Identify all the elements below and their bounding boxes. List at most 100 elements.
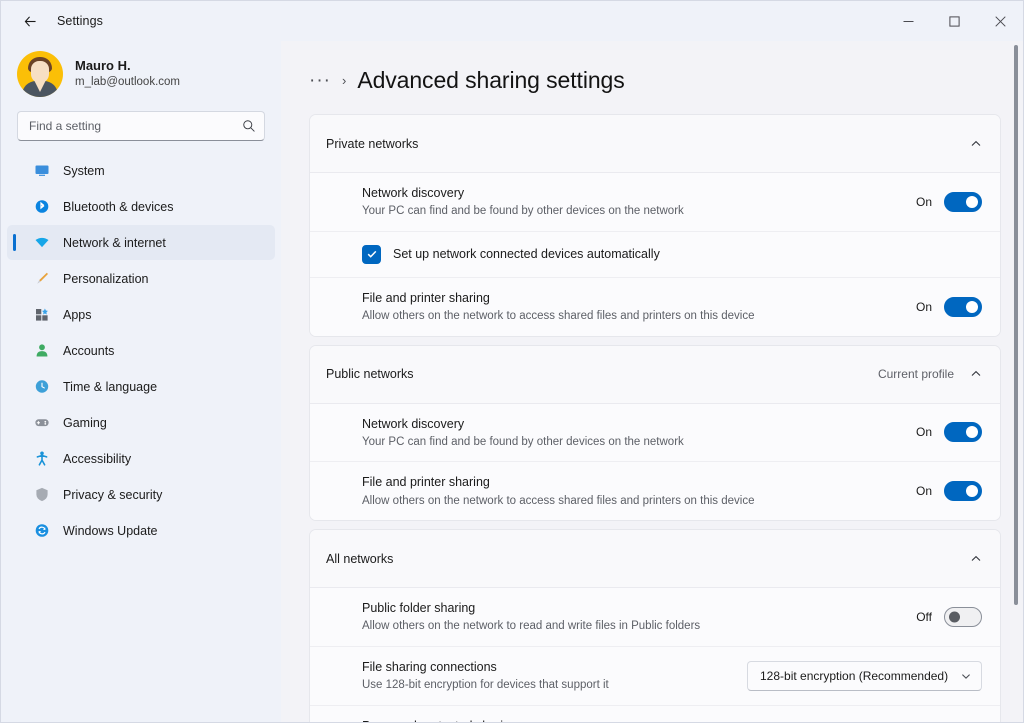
settings-window: Settings [0,0,1024,723]
paintbrush-icon [33,270,50,287]
group-header-all-networks[interactable]: All networks [310,530,1000,588]
setting-row-public-folder-sharing[interactable]: Public folder sharing Allow others on th… [310,588,1000,647]
sidebar-item-time-language[interactable]: Time & language [7,369,275,404]
setting-row-file-printer-sharing[interactable]: File and printer sharing Allow others on… [310,462,1000,520]
sidebar-item-label: Gaming [63,416,107,430]
toggle-state-label: On [912,425,932,439]
row-title: Network discovery [362,415,896,433]
row-title: Network discovery [362,184,896,202]
bluetooth-icon [33,198,50,215]
setting-row-network-discovery[interactable]: Network discovery Your PC can find and b… [310,173,1000,232]
sidebar-item-network-internet[interactable]: Network & internet [7,225,275,260]
user-profile[interactable]: Mauro H. m_lab@outlook.com [1,41,281,111]
shield-icon [33,486,50,503]
search-box[interactable] [17,111,265,141]
refresh-circle-icon [33,522,50,539]
clock-globe-icon [33,378,50,395]
chevron-up-icon [970,368,982,380]
scrollbar-thumb[interactable] [1014,45,1018,605]
sidebar-item-system[interactable]: System [7,153,275,188]
sidebar-item-accessibility[interactable]: Accessibility [7,441,275,476]
window-title: Settings [57,14,103,28]
toggle-state-label: Off [912,610,932,624]
maximize-icon [949,16,960,27]
sidebar-nav: System Bluetooth & devices [1,151,281,549]
settings-group: Private networks Network discovery Your … [309,114,1001,337]
minimize-icon [903,16,914,27]
row-description: Allow others on the network to read and … [362,618,896,635]
back-arrow-icon [23,14,38,29]
chevron-up-icon [970,553,982,565]
toggle-switch[interactable] [944,607,982,627]
group-header-private-networks[interactable]: Private networks [310,115,1000,173]
avatar [17,51,63,97]
row-title: Public folder sharing [362,599,896,617]
monitor-icon [33,162,50,179]
setting-row-file-sharing-connections[interactable]: File sharing connections Use 128-bit enc… [310,647,1000,706]
sidebar-item-label: Network & internet [63,236,166,250]
window-controls [885,1,1023,41]
profile-email: m_lab@outlook.com [75,75,180,91]
toggle-switch[interactable] [944,297,982,317]
breadcrumb-overflow-button[interactable]: ··· [309,71,331,90]
setting-row-network-discovery[interactable]: Network discovery Your PC can find and b… [310,404,1000,463]
sidebar-item-label: Time & language [63,380,157,394]
search-container [1,111,281,151]
search-input[interactable] [29,119,242,133]
person-icon [33,342,50,359]
toggle-switch[interactable] [944,481,982,501]
group-header-public-networks[interactable]: Public networks Current profile [310,346,1000,404]
gamepad-icon [33,414,50,431]
breadcrumb-separator: › [342,73,346,88]
title-bar: Settings [1,1,1023,41]
sidebar-item-label: Personalization [63,272,148,286]
sidebar-item-label: Privacy & security [63,488,162,502]
group-title: Public networks [326,367,414,381]
row-description: Allow others on the network to access sh… [362,493,896,510]
checkbox-label: Set up network connected devices automat… [393,247,660,261]
toggle-switch[interactable] [944,192,982,212]
page-title: Advanced sharing settings [357,67,624,94]
sidebar-item-privacy-security[interactable]: Privacy & security [7,477,275,512]
group-title: All networks [326,552,393,566]
setting-row-password-protected-sharing[interactable]: Password protected sharing Only people w… [310,706,1000,722]
search-icon [242,119,256,133]
row-description: Your PC can find and be found by other d… [362,203,896,220]
back-button[interactable] [15,6,45,36]
row-description: Your PC can find and be found by other d… [362,434,896,451]
row-description: Use 128-bit encryption for devices that … [362,677,731,694]
checkbox[interactable] [362,245,381,264]
sidebar-item-bluetooth-devices[interactable]: Bluetooth & devices [7,189,275,224]
setting-row-file-printer-sharing[interactable]: File and printer sharing Allow others on… [310,278,1000,336]
chevron-up-icon [970,138,982,150]
close-icon [995,16,1006,27]
minimize-button[interactable] [885,1,931,41]
breadcrumb: ··· › Advanced sharing settings [281,41,1023,114]
setting-row-auto-setup-devices[interactable]: Set up network connected devices automat… [310,232,1000,278]
sidebar: Mauro H. m_lab@outlook.com [1,41,281,722]
vertical-scrollbar[interactable] [1013,45,1019,716]
close-button[interactable] [977,1,1023,41]
toggle-switch[interactable] [944,422,982,442]
main-content: ··· › Advanced sharing settings Private … [281,41,1023,722]
sidebar-item-gaming[interactable]: Gaming [7,405,275,440]
row-title: File sharing connections [362,658,731,676]
toggle-state-label: On [912,300,932,314]
sidebar-item-windows-update[interactable]: Windows Update [7,513,275,548]
accessibility-person-icon [33,450,50,467]
maximize-button[interactable] [931,1,977,41]
settings-group: All networks Public folder sharing Allow… [309,529,1001,722]
chevron-down-icon [960,670,972,682]
row-title: File and printer sharing [362,473,896,491]
sidebar-item-apps[interactable]: Apps [7,297,275,332]
sidebar-item-accounts[interactable]: Accounts [7,333,275,368]
settings-scroll-area: Private networks Network discovery Your … [281,114,1023,722]
sidebar-item-label: Apps [63,308,92,322]
settings-group: Public networks Current profile Network … [309,345,1001,522]
profile-name: Mauro H. [75,57,180,75]
toggle-state-label: On [912,195,932,209]
sidebar-item-personalization[interactable]: Personalization [7,261,275,296]
sidebar-item-label: System [63,164,105,178]
encryption-dropdown[interactable]: 128-bit encryption (Recommended) [747,661,982,691]
group-note-current-profile: Current profile [878,367,954,381]
